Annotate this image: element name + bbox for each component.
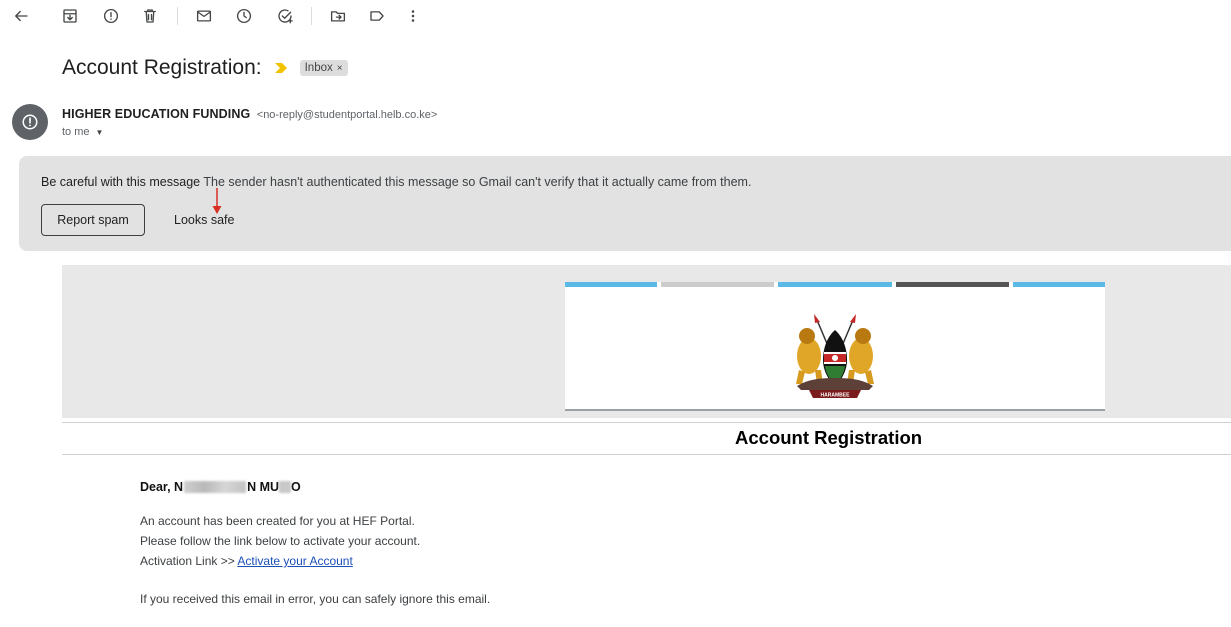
activation-prefix: Activation Link >> — [140, 554, 238, 568]
label-icon[interactable] — [366, 5, 388, 27]
toolbar-divider — [177, 7, 178, 25]
color-stripe — [896, 282, 1009, 287]
color-stripe — [565, 282, 657, 287]
label-chip-text: Inbox — [304, 62, 333, 74]
toolbar-divider — [311, 7, 312, 25]
archive-icon[interactable] — [59, 5, 81, 27]
color-stripe — [778, 282, 892, 287]
importance-marker-icon[interactable] — [274, 62, 288, 74]
sender-line: HIGHER EDUCATION FUNDING <no-reply@stude… — [62, 107, 437, 121]
subject-row: Account Registration: Inbox × — [62, 56, 348, 80]
back-arrow-icon[interactable] — [10, 5, 32, 27]
greeting-start: Dear, N — [140, 480, 184, 494]
remove-label-icon[interactable]: × — [337, 63, 343, 74]
body-line-2: Please follow the link below to activate… — [140, 534, 421, 548]
color-stripe — [661, 282, 774, 287]
more-options-icon[interactable] — [402, 5, 424, 27]
warning-title: Be careful with this message — [41, 175, 201, 189]
email-subject: Account Registration: — [62, 56, 262, 79]
divider-line — [62, 422, 1231, 423]
red-annotation-arrow-icon — [212, 188, 222, 214]
body-line-1: An account has been created for you at H… — [140, 514, 415, 528]
warning-avatar-icon — [22, 114, 38, 130]
card-bottom-border — [565, 409, 1105, 411]
redacted-name-block — [279, 481, 292, 493]
looks-safe-button[interactable]: Looks safe — [163, 204, 245, 236]
activate-account-link[interactable]: Activate your Account — [237, 554, 352, 568]
report-spam-icon[interactable] — [100, 5, 122, 27]
delete-icon[interactable] — [139, 5, 161, 27]
color-stripe — [1013, 282, 1105, 287]
phishing-warning-banner: Be careful with this message The sender … — [19, 156, 1231, 251]
activation-line: Activation Link >> Activate your Account — [140, 554, 353, 568]
warning-text: Be careful with this message The sender … — [41, 175, 751, 189]
mark-unread-icon[interactable] — [193, 5, 215, 27]
message-toolbar — [0, 0, 1231, 32]
report-spam-button[interactable]: Report spam — [41, 204, 145, 236]
svg-text:HARAMBEE: HARAMBEE — [821, 393, 851, 399]
divider-line — [62, 454, 1231, 455]
sender-avatar[interactable] — [12, 104, 48, 140]
greeting-end: O — [291, 480, 301, 494]
greeting-line: Dear, N N MU O — [140, 480, 301, 494]
sender-name[interactable]: HIGHER EDUCATION FUNDING — [62, 107, 250, 121]
redacted-name-block — [184, 481, 247, 493]
greeting-mid: N MU — [247, 480, 280, 494]
email-heading: Account Registration — [735, 427, 923, 448]
chevron-down-icon: ▼ — [95, 127, 104, 137]
warning-message: The sender hasn't authenticated this mes… — [200, 175, 752, 189]
label-chip-inbox[interactable]: Inbox × — [299, 60, 348, 76]
snooze-icon[interactable] — [233, 5, 255, 27]
footer-line: If you received this email in error, you… — [140, 592, 491, 606]
recipient-label: to me — [62, 126, 90, 138]
add-task-icon[interactable] — [274, 5, 296, 27]
email-logo-card: HARAMBEE — [565, 282, 1105, 411]
move-to-icon[interactable] — [327, 5, 349, 27]
sender-email: <no-reply@studentportal.helb.co.ke> — [256, 109, 438, 121]
recipient-details-toggle[interactable]: to me ▼ — [62, 126, 103, 138]
coat-of-arms-logo: HARAMBEE — [796, 314, 874, 399]
